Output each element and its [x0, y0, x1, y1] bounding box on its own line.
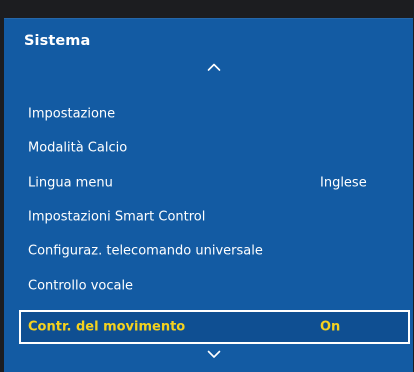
menu-item-label: Controllo vocale	[28, 278, 134, 294]
menu-item-label: Impostazione	[28, 106, 116, 122]
menu-item-configuraz-telecomando[interactable]: Configuraz. telecomando universale	[19, 236, 410, 266]
chevron-down-icon[interactable]	[207, 349, 221, 359]
menu-title: Sistema	[24, 33, 91, 49]
menu-item-controllo-vocale[interactable]: Controllo vocale	[19, 271, 410, 301]
menu-item-contr-movimento[interactable]: Contr. del movimento On	[19, 310, 410, 344]
menu-item-impostazione[interactable]: Impostazione	[19, 99, 410, 129]
menu-item-value: Inglese	[320, 175, 367, 191]
menu-item-label: Contr. del movimento	[28, 319, 186, 335]
menu-item-impostazioni-smart-control[interactable]: Impostazioni Smart Control	[19, 202, 410, 232]
chevron-up-icon[interactable]	[207, 62, 221, 72]
menu-item-label: Impostazioni Smart Control	[28, 209, 206, 225]
menu-item-modalita-calcio[interactable]: Modalità Calcio	[19, 133, 410, 163]
tv-screen-frame: Sistema Impostazione Modalità Calcio Lin…	[0, 0, 414, 372]
menu-item-label: Configuraz. telecomando universale	[28, 243, 263, 259]
menu-item-value: On	[320, 319, 341, 335]
menu-item-label: Lingua menu	[28, 175, 113, 191]
menu-item-lingua-menu[interactable]: Lingua menu Inglese	[19, 168, 410, 198]
menu-item-label: Modalità Calcio	[28, 140, 128, 156]
